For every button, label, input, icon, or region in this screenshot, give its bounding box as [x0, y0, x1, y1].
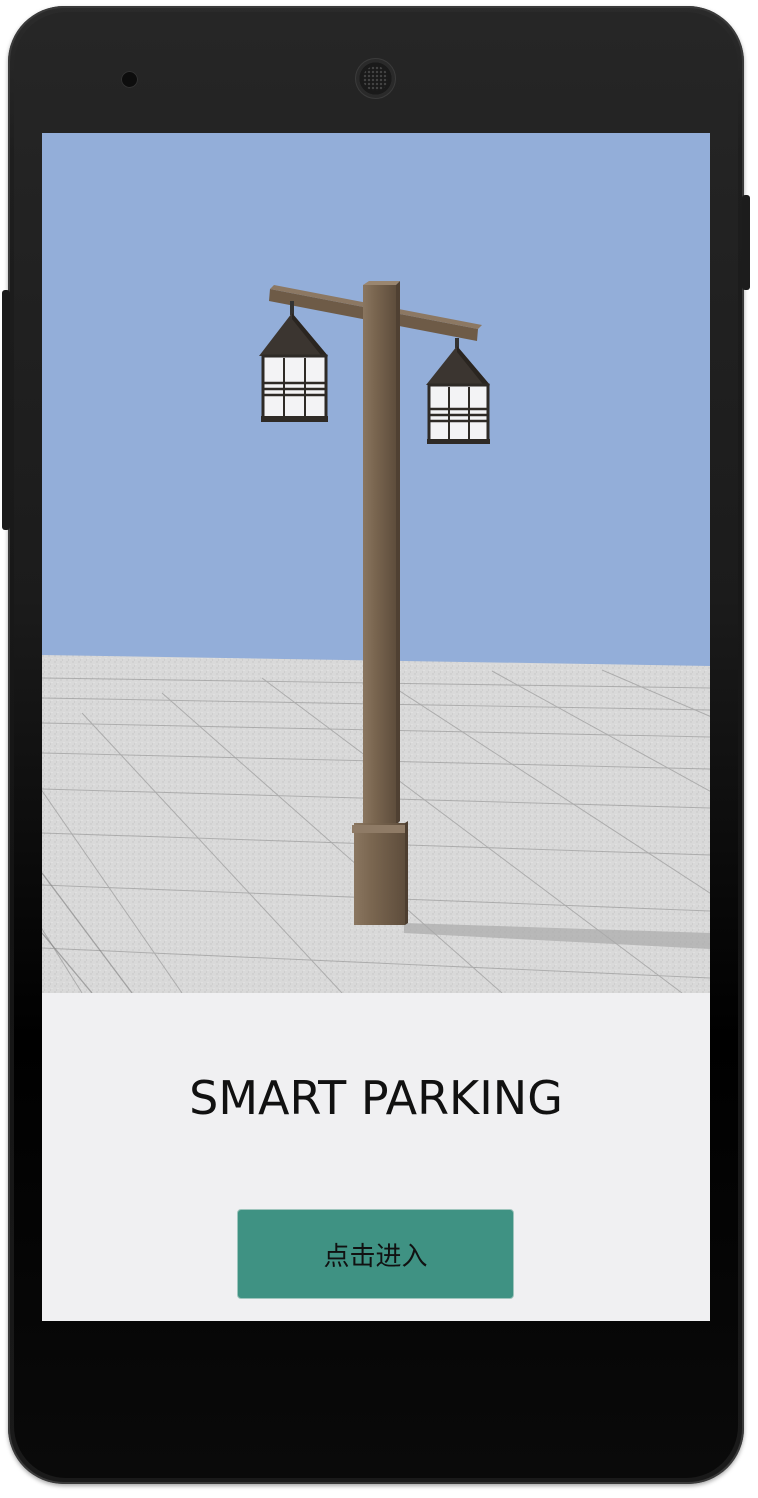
earpiece-speaker-icon [355, 58, 396, 99]
power-button [742, 195, 750, 290]
app-title: SMART PARKING [189, 1071, 563, 1125]
volume-button [2, 290, 10, 530]
enter-button[interactable]: 点击进入 [237, 1209, 514, 1299]
front-camera-icon [121, 71, 138, 88]
hero-image [42, 133, 710, 993]
app-screen: SMART PARKING 点击进入 [42, 133, 710, 1321]
